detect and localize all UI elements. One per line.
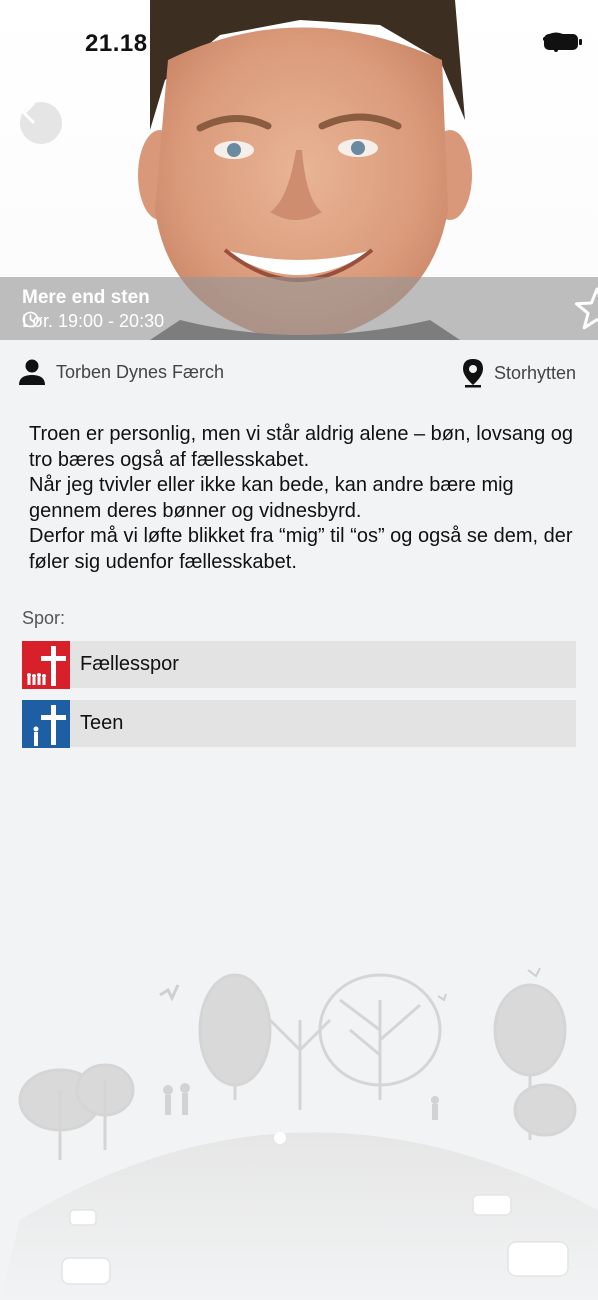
bird-icon [527, 967, 541, 978]
speaker-info: Torben Dynes Færch [18, 358, 224, 386]
location-name: Storhytten [493, 362, 576, 383]
track-label: Fællesspor [80, 653, 179, 675]
clock-icon [22, 311, 39, 328]
tracks-label: Spor: [22, 608, 66, 628]
tree-silhouettes [18, 973, 577, 1160]
event-title: Mere end sten [22, 287, 150, 308]
battery-icon [544, 34, 582, 50]
bird-icon [159, 984, 180, 1002]
description-paragraph: Troen er personlig, men vi står aldrig a… [29, 423, 573, 471]
location-info: Storhytten [462, 358, 576, 388]
chevron-left-icon [22, 102, 35, 124]
person-icon [19, 359, 45, 385]
lamb-icon [274, 1132, 286, 1144]
track-item-faellesspor[interactable]: Fællesspor [22, 640, 576, 689]
cross-person-icon [22, 699, 70, 748]
event-description: Troen er personlig, men vi står aldrig a… [29, 422, 574, 575]
track-label: Teen [80, 712, 124, 734]
description-paragraph: Derfor må vi løfte blikket fra “mig” til… [29, 525, 573, 573]
landscape-illustration [0, 967, 598, 1300]
description-paragraph: Når jeg tvivler eller ikke kan bede, kan… [29, 474, 514, 522]
event-info-bar: Mere end sten Lør. 19:00 - 20:30 [0, 277, 598, 340]
speaker-photo: 21.18 Mere end sten Lør. 19:00 - 20:30 [0, 0, 598, 340]
location-pin-icon [462, 359, 483, 388]
cross-group-icon [22, 640, 70, 689]
event-meta: Torben Dynes Færch Storhytten [0, 358, 598, 394]
track-item-teen[interactable]: Teen [22, 699, 576, 748]
event-time-row: Lør. 19:00 - 20:30 [22, 311, 164, 332]
speaker-name: Torben Dynes Færch [56, 361, 225, 382]
star-outline-icon [575, 287, 598, 330]
status-time: 21.18 [85, 30, 148, 57]
bird-icon [437, 993, 447, 1002]
back-button[interactable] [20, 102, 62, 144]
event-time: Lør. 19:00 - 20:30 [22, 311, 165, 331]
